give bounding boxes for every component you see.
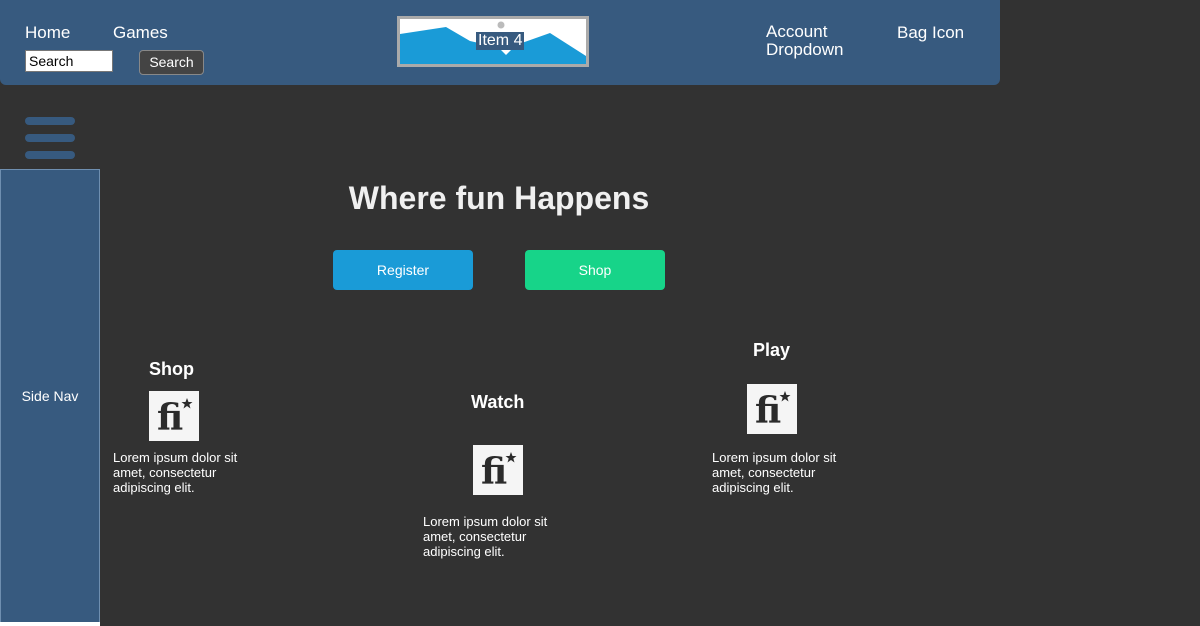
search-input[interactable] <box>25 50 113 72</box>
shop-button[interactable]: Shop <box>525 250 665 290</box>
feature-play-title: Play <box>753 340 791 360</box>
search-button[interactable]: Search <box>139 50 204 75</box>
feature-watch-text: Lorem ipsum dolor sit amet, consectetur … <box>423 514 548 559</box>
feature-play-text: Lorem ipsum dolor sit amet, consectetur … <box>712 450 837 495</box>
font-icon: fi <box>149 391 199 441</box>
side-nav-label: Side Nav <box>21 388 79 404</box>
side-nav[interactable]: Side Nav <box>0 169 100 623</box>
register-button[interactable]: Register <box>333 250 473 290</box>
hamburger-menu-icon[interactable] <box>25 117 75 159</box>
nav-games-link[interactable]: Games <box>113 23 168 43</box>
font-icon: fi <box>473 445 523 495</box>
feature-shop-text: Lorem ipsum dolor sit amet, consectetur … <box>113 450 238 495</box>
svg-text:fi: fi <box>157 397 183 436</box>
feature-watch-title: Watch <box>471 392 525 412</box>
bag-icon[interactable]: Bag Icon <box>897 23 964 43</box>
side-nav-edge <box>0 622 100 626</box>
logo-image[interactable]: Item 4 <box>397 16 589 67</box>
svg-text:fi: fi <box>755 390 781 429</box>
top-header: Home Games Search Item 4 Account Dropdow… <box>0 0 1000 85</box>
logo-label: Item 4 <box>476 32 525 50</box>
font-icon: fi <box>747 384 797 434</box>
nav-home-link[interactable]: Home <box>25 23 70 43</box>
hero-title: Where fun Happens <box>348 180 650 216</box>
feature-shop-title: Shop <box>149 359 194 379</box>
account-dropdown[interactable]: Account Dropdown <box>766 23 876 59</box>
svg-text:fi: fi <box>481 451 507 490</box>
